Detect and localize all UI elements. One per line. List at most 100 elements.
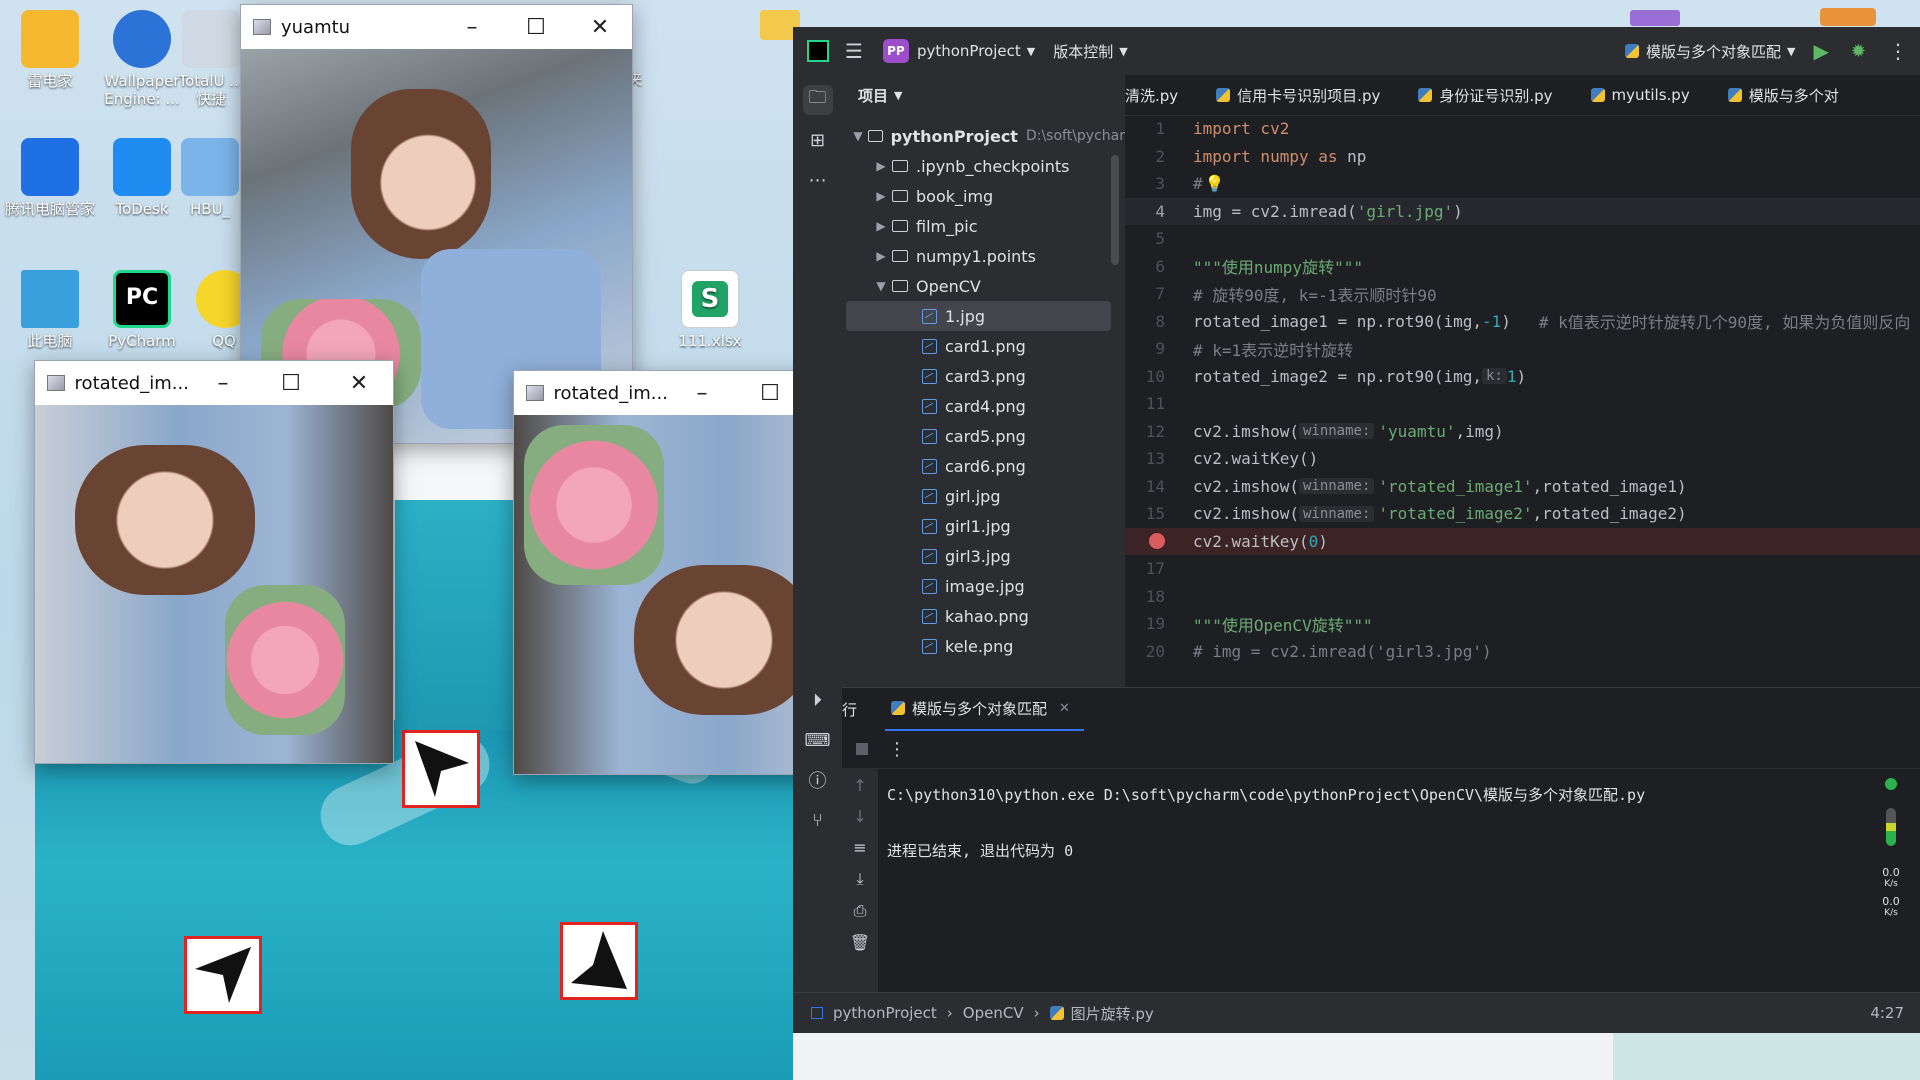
tree-scrollbar[interactable] [1111, 155, 1119, 265]
soft-wrap-icon[interactable]: ≡ [842, 838, 878, 857]
minimize-button[interactable]: – [189, 361, 257, 405]
line-number[interactable]: 2 [1125, 147, 1193, 166]
structure-icon[interactable]: ⊞ [803, 125, 833, 155]
line-number[interactable]: 1 [1125, 119, 1193, 138]
line-number[interactable]: 19 [1125, 614, 1193, 633]
tab-myutils[interactable]: myutils.py [1590, 86, 1690, 104]
run-tab[interactable]: 模版与多个对象匹配 ✕ [885, 687, 1084, 731]
caret-position[interactable]: 4:27 [1870, 1004, 1904, 1022]
tab-credit-card[interactable]: 信用卡号识别项目.py [1216, 85, 1380, 106]
arrow-up-icon[interactable]: ↑ [842, 776, 878, 795]
project-folder-icon[interactable]: 🗀 [802, 85, 833, 115]
arrow-down-icon[interactable]: ↓ [842, 807, 878, 826]
line-number[interactable]: 15 [1125, 504, 1193, 523]
console-output[interactable]: C:\python310\python.exe D:\soft\pycharm\… [887, 784, 1920, 868]
terminal-icon[interactable]: ⌨ [803, 725, 833, 755]
tree-file[interactable]: girl.jpg [842, 481, 1125, 511]
line-number[interactable]: 14 [1125, 477, 1193, 496]
trash-icon[interactable]: 🗑 [842, 933, 878, 952]
vcs-menu[interactable]: 版本控制 ▼ [1053, 41, 1127, 62]
services-icon[interactable]: ⏵ [803, 685, 833, 715]
tab-cleaning[interactable]: 清洗.py [1125, 85, 1178, 106]
tree-file[interactable]: kele.png [842, 631, 1125, 661]
code-editor[interactable]: 清洗.py 信用卡号识别项目.py 身份证号识别.py myutils.py 模… [1125, 75, 1920, 687]
ide-title-bar[interactable]: ☰ PP pythonProject ▼ 版本控制 ▼ 模版与多个对象匹配 ▼ … [793, 27, 1920, 75]
tree-folder[interactable]: ▶ film_pic [842, 211, 1125, 241]
project-selector[interactable]: PP pythonProject ▼ [882, 39, 1035, 63]
tree-file[interactable]: card4.png [842, 391, 1125, 421]
line-number[interactable]: 11 [1125, 394, 1193, 413]
desktop-icon-hbu[interactable]: HBU_ [180, 138, 240, 218]
main-menu-icon[interactable]: ☰ [845, 39, 863, 63]
line-number[interactable]: 13 [1125, 449, 1193, 468]
more-tools-icon[interactable]: ⋯ [803, 165, 833, 195]
scroll-end-icon[interactable]: ⤓ [842, 869, 878, 889]
tree-file[interactable]: card1.png [842, 331, 1125, 361]
folder-icon[interactable] [1630, 10, 1680, 26]
close-button[interactable]: ✕ [568, 5, 632, 49]
pycharm-window[interactable]: ☰ PP pythonProject ▼ 版本控制 ▼ 模版与多个对象匹配 ▼ … [793, 27, 1920, 1033]
close-button[interactable]: ✕ [325, 361, 393, 405]
tree-file[interactable]: girl3.jpg [842, 541, 1125, 571]
run-config-selector[interactable]: 模版与多个对象匹配 ▼ [1625, 41, 1796, 62]
breakpoint-icon[interactable] [1149, 533, 1165, 550]
desktop-icon-leidian[interactable]: 雷电家 [0, 10, 100, 90]
line-number[interactable]: 3 [1125, 174, 1193, 193]
tree-folder[interactable]: ▶ numpy1.points [842, 241, 1125, 271]
tree-file[interactable]: card3.png [842, 361, 1125, 391]
tree-file[interactable]: card5.png [842, 421, 1125, 451]
problems-icon[interactable]: ⓘ [803, 765, 833, 795]
tree-file[interactable]: card6.png [842, 451, 1125, 481]
line-number[interactable]: 7 [1125, 284, 1193, 303]
breadcrumb-folder[interactable]: OpenCV [963, 1004, 1024, 1022]
more-icon[interactable]: ⋮ [1888, 39, 1908, 63]
line-number[interactable]: 5 [1125, 229, 1193, 248]
title-bar[interactable]: yuamtu – ☐ ✕ [241, 5, 632, 49]
desktop-icon-tencent-pc-manager[interactable]: 腾讯电脑管家 [0, 138, 100, 218]
git-icon[interactable]: ⑂ [803, 805, 833, 835]
desktop-icon-111-xlsx[interactable]: S 111.xlsx [660, 270, 760, 350]
breadcrumb-file[interactable]: 图片旋转.py [1071, 1003, 1154, 1024]
desktop-icon-this-pc[interactable]: 此电脑 [0, 270, 100, 350]
title-bar[interactable]: rotated_im... – ☐ ✕ [35, 361, 393, 405]
tab-id-card[interactable]: 身份证号识别.py [1418, 85, 1553, 106]
line-number[interactable] [1125, 533, 1193, 550]
debug-icon[interactable]: ✹ [1851, 41, 1866, 62]
app-icon[interactable] [1820, 8, 1876, 26]
desktop-icon-totalu[interactable]: TotalU ...快捷 [176, 10, 246, 108]
tree-folder[interactable]: ▶ .ipynb_checkpoints [842, 151, 1125, 181]
window-rotated-image1[interactable]: rotated_im... – ☐ ✕ [34, 360, 394, 764]
line-number[interactable]: 18 [1125, 587, 1193, 606]
desktop-icon-todesk[interactable]: ToDesk [92, 138, 192, 218]
more-icon[interactable]: ⋮ [888, 739, 906, 760]
tree-file[interactable]: girl1.jpg [842, 511, 1125, 541]
tree-file[interactable]: kahao.png [842, 601, 1125, 631]
desktop-icon-pycharm[interactable]: PC PyCharm [92, 270, 192, 350]
line-number[interactable]: 9 [1125, 339, 1193, 358]
tree-root[interactable]: ▼ pythonProject D:\soft\pychar [842, 121, 1125, 151]
maximize-button[interactable]: ☐ [257, 361, 325, 405]
line-number[interactable]: 4 [1125, 202, 1193, 221]
lightbulb-icon[interactable]: 💡 [1205, 174, 1225, 193]
tree-file[interactable]: image.jpg [842, 571, 1125, 601]
tab-template-match[interactable]: 模版与多个对 [1727, 85, 1839, 106]
tree-folder-opencv[interactable]: ▼ OpenCV [842, 271, 1125, 301]
close-icon[interactable]: ✕ [1059, 701, 1070, 716]
line-number[interactable]: 12 [1125, 422, 1193, 441]
maximize-button[interactable]: ☐ [504, 5, 568, 49]
line-number[interactable]: 10 [1125, 367, 1193, 386]
tree-file-selected[interactable]: 1.jpg [846, 301, 1111, 331]
minimize-button[interactable]: – [668, 371, 736, 415]
project-panel-header[interactable]: 项目 ▼ [842, 75, 1125, 115]
print-icon[interactable]: ⎙ [842, 901, 878, 921]
line-number[interactable]: 8 [1125, 312, 1193, 331]
stop-icon[interactable] [856, 743, 868, 755]
line-number[interactable]: 17 [1125, 559, 1193, 578]
line-number[interactable]: 6 [1125, 257, 1193, 276]
tree-folder[interactable]: ▶ book_img [842, 181, 1125, 211]
run-icon[interactable]: ▶ [1814, 39, 1829, 63]
minimize-button[interactable]: – [440, 5, 504, 49]
line-number[interactable]: 20 [1125, 642, 1193, 661]
code-area[interactable]: 1 import cv2 2 import numpy as np 3 # 💡 4 img… [1125, 115, 1920, 687]
breadcrumb-project[interactable]: pythonProject [833, 1004, 937, 1022]
